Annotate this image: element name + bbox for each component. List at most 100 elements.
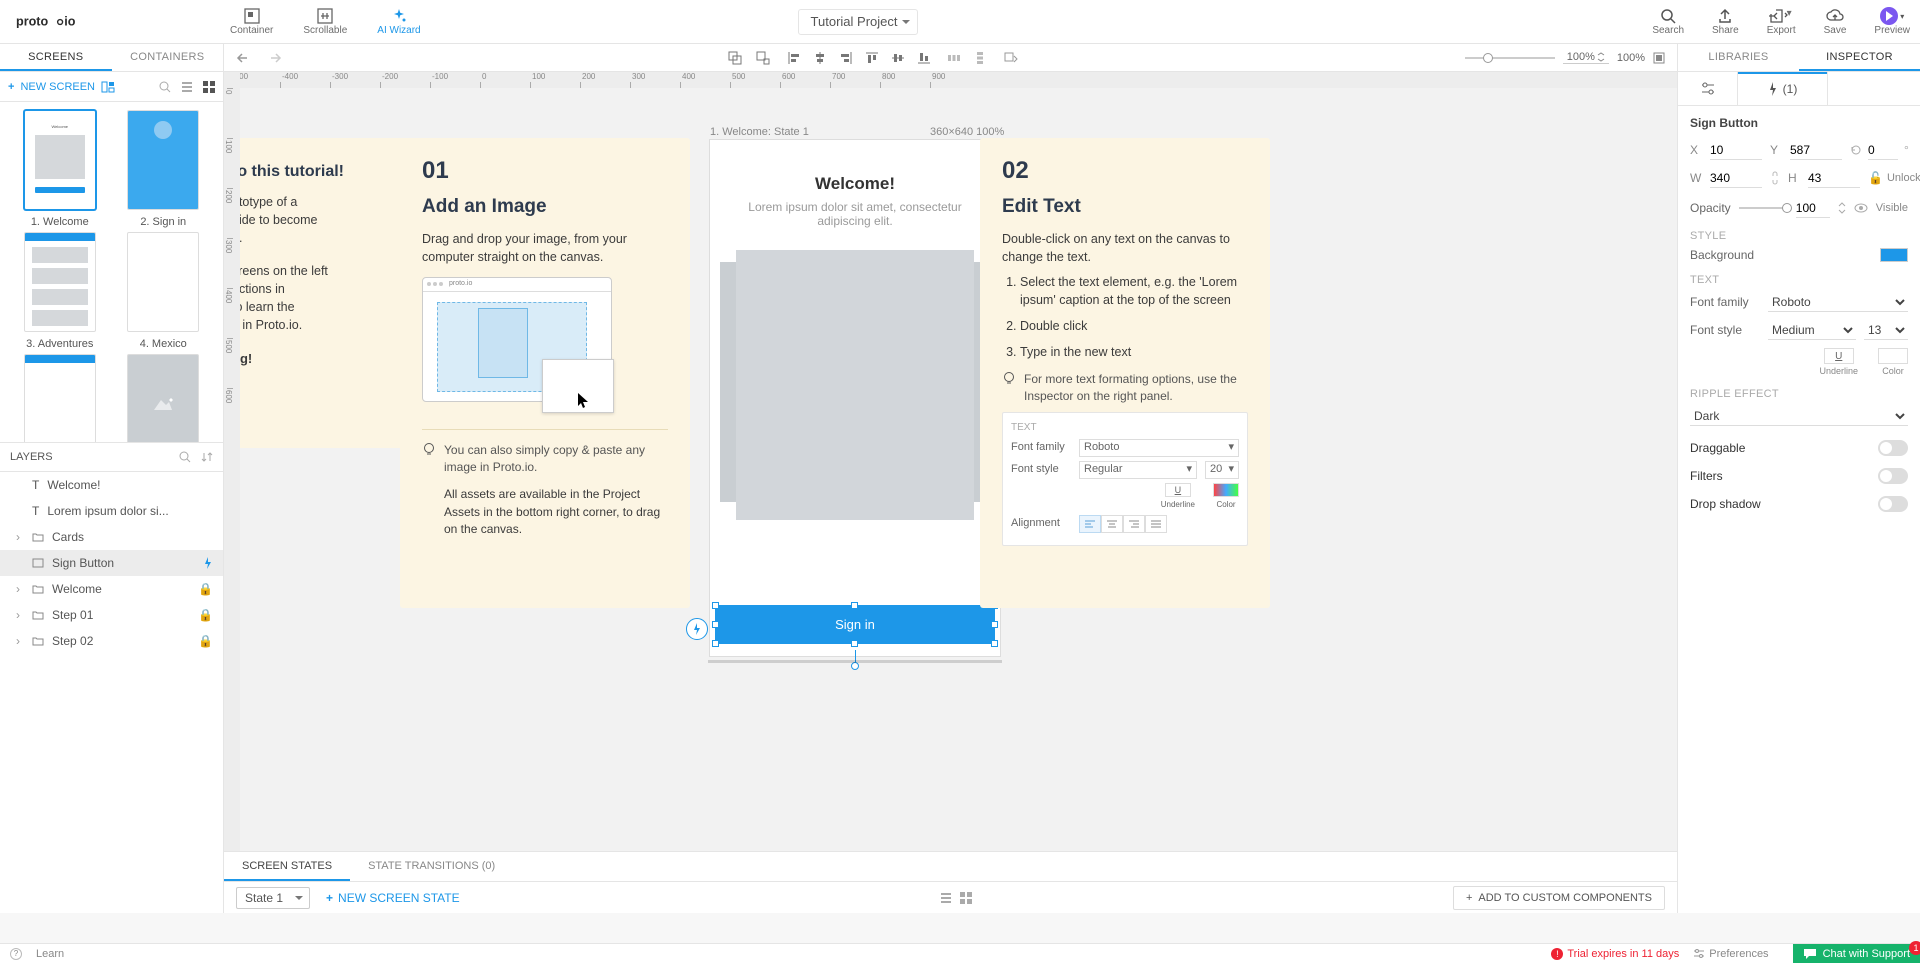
background-swatch[interactable] [1880, 248, 1908, 262]
layer-item[interactable]: ›Welcome🔒 [0, 576, 223, 602]
ruler-horizontal: -500-400-300-200-10001002003004005006007… [240, 72, 1677, 88]
search-icon [1660, 7, 1676, 25]
y-input[interactable] [1790, 140, 1842, 160]
layer-item[interactable]: ›Step 02🔒 [0, 628, 223, 654]
search-tool[interactable]: Search [1652, 7, 1684, 36]
screen-thumb-4[interactable]: 4. Mexico [114, 232, 214, 350]
state-dropdown[interactable]: State 1 [236, 887, 310, 909]
align-top-icon[interactable] [866, 52, 878, 64]
step2-number: 02 [1002, 154, 1248, 189]
layer-item[interactable]: TLorem ipsum dolor si... [0, 498, 223, 524]
underline-button[interactable]: U [1824, 348, 1854, 364]
preferences-link[interactable]: Preferences [1693, 948, 1768, 960]
preview-tool[interactable]: ▾Preview [1874, 7, 1910, 36]
text-color-button[interactable] [1878, 348, 1908, 364]
font-family-select[interactable]: Roboto [1768, 292, 1908, 312]
step1-title: Add an Image [422, 193, 668, 221]
distribute-v-icon[interactable] [974, 52, 986, 64]
h-input[interactable] [1808, 168, 1860, 188]
group-icon[interactable] [728, 51, 742, 65]
project-dropdown[interactable]: Tutorial Project [798, 9, 919, 35]
learn-link[interactable]: Learn [36, 948, 64, 960]
add-to-components-button[interactable]: +ADD TO CUSTOM COMPONENTS [1453, 886, 1665, 910]
screen-thumb-1[interactable]: Welcome 1. Welcome [10, 110, 110, 228]
lock-icon[interactable]: 🔓 [1868, 171, 1883, 185]
ai-wizard-tool[interactable]: AI Wizard [377, 7, 420, 36]
opacity-input[interactable] [1796, 198, 1830, 218]
align-left-icon[interactable] [788, 52, 800, 64]
text-icon: T [32, 504, 39, 518]
link-wh-icon[interactable] [1770, 171, 1780, 185]
grid-view-icon[interactable] [960, 892, 972, 904]
layer-item[interactable]: ›Cards [0, 524, 223, 550]
canvas[interactable]: -500-400-300-200-10001002003004005006007… [224, 72, 1677, 851]
redo-icon[interactable] [266, 51, 282, 65]
list-view-icon[interactable] [181, 81, 193, 93]
chat-support-button[interactable]: Chat with Support1 [1793, 944, 1920, 963]
draggable-toggle[interactable] [1878, 440, 1908, 456]
align-right-icon[interactable] [840, 52, 852, 64]
align-hcenter-icon[interactable] [814, 52, 826, 64]
container-tool[interactable]: Container [230, 7, 273, 36]
sort-layers-icon[interactable] [201, 451, 213, 463]
new-screen-button[interactable]: NEW SCREEN [20, 81, 95, 93]
drag-illustration: proto.io [422, 277, 668, 417]
new-screen-state-button[interactable]: +NEW SCREEN STATE [326, 891, 460, 905]
screen-thumb-3[interactable]: 3. Adventures [10, 232, 110, 350]
inspector-preview: TEXT Font familyRoboto▾ Font styleRegula… [1002, 412, 1248, 546]
help-icon[interactable]: ? [10, 948, 22, 960]
settings-tab-icon[interactable] [1678, 72, 1738, 105]
tab-screen-states[interactable]: SCREEN STATES [224, 852, 350, 881]
trial-notice[interactable]: !Trial expires in 11 days [1551, 948, 1679, 960]
layer-item-selected[interactable]: Sign Button [0, 550, 223, 576]
top-insert-tools: Container Scrollable AI Wizard [230, 7, 421, 36]
zoom-control[interactable]: 100% 100% [1465, 51, 1665, 64]
align-bottom-icon[interactable] [918, 52, 930, 64]
template-icon[interactable] [101, 81, 115, 93]
drop-shadow-toggle[interactable] [1878, 496, 1908, 512]
share-tool[interactable]: Share [1712, 7, 1739, 36]
fit-screen-icon[interactable] [1653, 52, 1665, 64]
screen-thumb-2[interactable]: 2. Sign in [114, 110, 214, 228]
filters-toggle[interactable] [1878, 468, 1908, 484]
search-screens-icon[interactable] [159, 81, 171, 93]
tab-inspector[interactable]: INSPECTOR [1799, 44, 1920, 71]
tab-state-transitions[interactable]: STATE TRANSITIONS (0) [350, 852, 513, 881]
scrollable-tool[interactable]: Scrollable [303, 7, 347, 36]
step1-tip: You can also simply copy & paste any ima… [422, 442, 668, 477]
tab-libraries[interactable]: LIBRARIES [1678, 44, 1799, 71]
interactions-tab[interactable]: (1) [1738, 72, 1828, 105]
layer-item[interactable]: TWelcome! [0, 472, 223, 498]
tab-containers[interactable]: CONTAINERS [112, 44, 224, 71]
screen-thumb-6[interactable] [114, 354, 214, 442]
ungroup-icon[interactable] [756, 51, 770, 65]
top-bar: protoio Container Scrollable AI Wizard T… [0, 0, 1920, 44]
more-align-icon[interactable] [1004, 52, 1018, 64]
visible-icon[interactable] [1854, 203, 1868, 213]
save-tool[interactable]: Save [1824, 7, 1847, 36]
top-right-tools: Search Share ▾Export Save ▾Preview [1652, 7, 1910, 36]
undo-icon[interactable] [236, 51, 252, 65]
grid-view-icon[interactable] [203, 81, 215, 93]
list-view-icon[interactable] [940, 892, 952, 904]
screen-thumb-5[interactable] [10, 354, 110, 442]
tab-screens[interactable]: SCREENS [0, 44, 112, 71]
layer-item[interactable]: ›Step 01🔒 [0, 602, 223, 628]
align-vcenter-icon[interactable] [892, 52, 904, 64]
sign-in-button[interactable]: Sign in [716, 606, 994, 643]
artboard-welcome[interactable]: Welcome! Lorem ipsum dolor sit amet, con… [710, 140, 1000, 656]
text-icon: T [32, 478, 39, 492]
stepper-icon[interactable] [1838, 202, 1846, 214]
rect-icon [32, 558, 44, 568]
w-input[interactable] [1710, 168, 1762, 188]
ripple-select[interactable]: Dark [1690, 406, 1908, 426]
font-style-select[interactable]: Medium [1768, 320, 1856, 340]
folder-icon [32, 636, 44, 646]
interaction-badge[interactable] [686, 618, 708, 640]
rotation-input[interactable] [1868, 140, 1898, 160]
distribute-h-icon[interactable] [948, 52, 960, 64]
export-tool[interactable]: ▾Export [1767, 7, 1796, 36]
search-layers-icon[interactable] [179, 451, 191, 463]
x-input[interactable] [1710, 140, 1762, 160]
font-size-select[interactable]: 13 [1864, 320, 1908, 340]
